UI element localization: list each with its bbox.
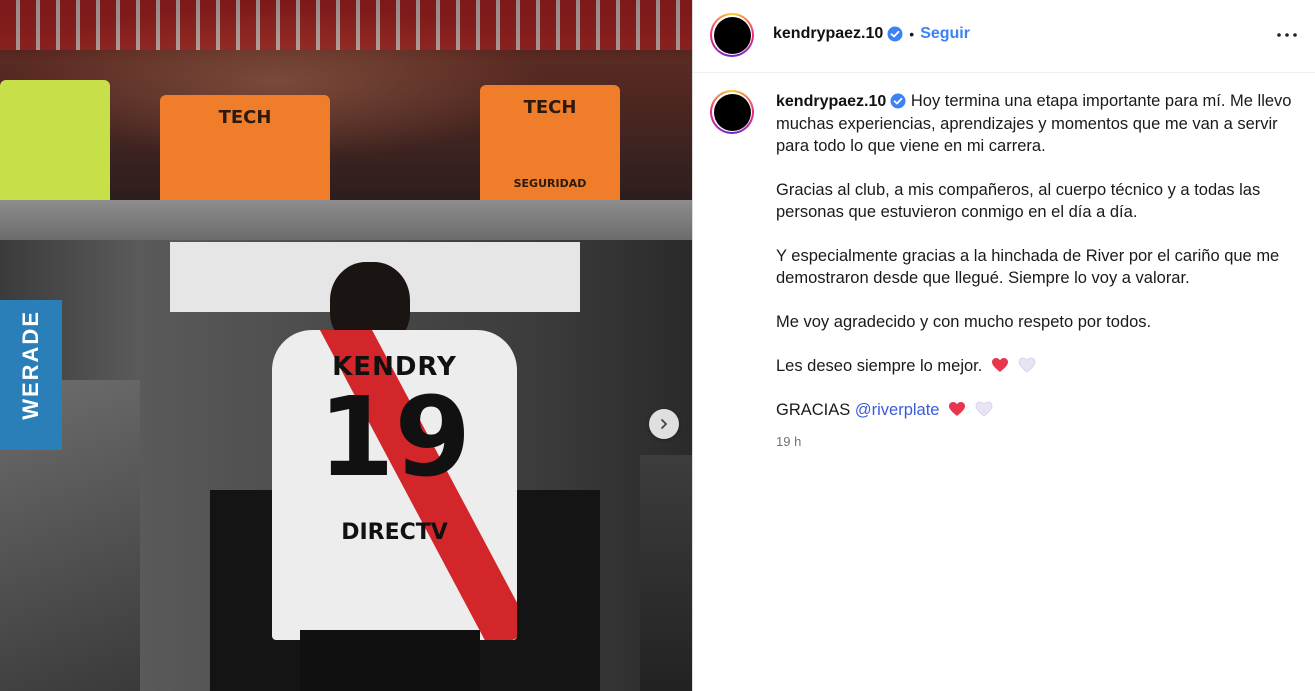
- vest-label: TECH: [523, 97, 577, 118]
- white-heart-icon: [975, 401, 993, 417]
- vest-label-secondary: SEGURIDAD: [513, 177, 587, 190]
- mention-link[interactable]: @riverplate: [855, 401, 940, 419]
- sponsor-board: WERADE: [0, 300, 62, 450]
- stadium-seats: [0, 0, 692, 50]
- shirt-sponsor: DIRECTV: [341, 520, 448, 545]
- security-vest: TECH SEGURIDAD: [480, 85, 620, 210]
- fan-with-phone: [640, 455, 692, 691]
- post-timestamp[interactable]: 19 h: [776, 431, 1296, 453]
- shirt-number: 19: [317, 373, 472, 501]
- white-heart-icon: [1018, 357, 1035, 373]
- caption-paragraph: Les deseo siempre lo mejor.: [776, 355, 1296, 377]
- separator-dot: •: [909, 26, 915, 42]
- caption-username[interactable]: kendrypaez.10: [776, 93, 886, 110]
- caption-paragraph: GRACIAS @riverplate: [776, 399, 1296, 421]
- player-shirt: KENDRY 19 DIRECTV: [272, 330, 517, 640]
- caption-paragraph: Y especialmente gracias a la hinchada de…: [776, 247, 1280, 287]
- header-user-row: kendrypaez.10 • Seguir: [773, 25, 970, 43]
- caption-paragraph: Gracias al club, a mis compañeros, al cu…: [776, 181, 1261, 221]
- post-header: kendrypaez.10 • Seguir: [693, 0, 1315, 73]
- sponsor-board-text: WERADE: [18, 310, 43, 420]
- caption-text: kendrypaez.10 Hoy termina una etapa impo…: [776, 90, 1296, 453]
- more-horizontal-icon: [1277, 33, 1297, 37]
- pane-divider: [692, 0, 693, 691]
- follow-button[interactable]: Seguir: [920, 25, 970, 43]
- red-heart-icon: [991, 358, 1008, 372]
- verified-badge-icon: [887, 26, 903, 42]
- avatar-image: [713, 16, 751, 54]
- verified-badge-icon: [890, 93, 906, 109]
- security-vest-green: [0, 80, 110, 205]
- vest-label: TECH: [218, 107, 272, 128]
- caption-paragraph-text: GRACIAS: [776, 401, 851, 419]
- post-photo[interactable]: TECH TECH SEGURIDAD WERADE KENDRY 19 DIR…: [0, 0, 692, 691]
- next-photo-button[interactable]: [649, 409, 679, 439]
- red-heart-icon: [949, 402, 966, 416]
- barrier: [0, 200, 692, 240]
- caption-avatar[interactable]: [710, 90, 754, 134]
- security-vest: TECH: [160, 95, 330, 210]
- more-options-button[interactable]: [1275, 23, 1299, 47]
- chevron-right-icon: [661, 419, 667, 429]
- caption-paragraph: kendrypaez.10 Hoy termina una etapa impo…: [776, 90, 1296, 157]
- caption-paragraph: Me voy agradecido y con mucho respeto po…: [776, 313, 1152, 331]
- avatar[interactable]: [710, 13, 754, 57]
- header-username[interactable]: kendrypaez.10: [773, 25, 883, 43]
- avatar-image: [713, 93, 751, 131]
- caption-paragraph-text: Les deseo siempre lo mejor.: [776, 357, 983, 375]
- player-shorts: [300, 630, 480, 691]
